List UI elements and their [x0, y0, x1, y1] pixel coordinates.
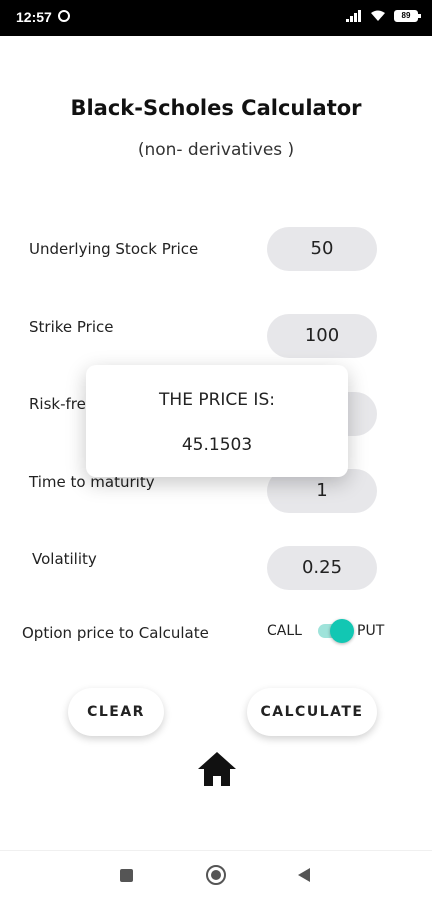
status-icons: 89	[346, 10, 421, 22]
system-nav-bar	[0, 850, 432, 900]
page-title: Black-Scholes Calculator	[70, 96, 362, 120]
volatility-label: Volatility	[32, 550, 97, 568]
dialog-title: THE PRICE IS:	[159, 390, 275, 410]
home-icon[interactable]	[196, 750, 238, 788]
home-nav-icon[interactable]	[206, 865, 226, 885]
strike-price-input[interactable]: 100	[267, 314, 377, 358]
status-time: 12:57	[16, 9, 52, 25]
option-type-label: Option price to Calculate	[22, 624, 209, 642]
call-label: CALL	[267, 623, 302, 639]
back-icon[interactable]	[298, 868, 310, 882]
clear-button[interactable]: CLEAR	[68, 688, 164, 736]
volatility-input[interactable]: 0.25	[267, 546, 377, 590]
battery-icon: 89	[394, 10, 421, 22]
underlying-price-label: Underlying Stock Price	[29, 240, 199, 258]
option-toggle-thumb[interactable]	[330, 619, 354, 643]
sync-icon	[58, 10, 70, 22]
calculate-button[interactable]: CALCULATE	[247, 688, 377, 736]
page-subtitle: (non- derivatives )	[137, 140, 295, 160]
status-bar: 12:57 89	[0, 0, 432, 36]
recents-icon[interactable]	[120, 869, 133, 882]
wifi-icon	[371, 10, 385, 21]
signal-icon	[346, 10, 361, 22]
put-label: PUT	[357, 623, 385, 639]
price-result-value: 45.1503	[181, 435, 253, 455]
price-result-dialog[interactable]: THE PRICE IS: 45.1503	[86, 365, 348, 477]
strike-price-label: Strike Price	[29, 318, 114, 336]
app-screen: 12:57 89 Black-Scholes Calculator (non- …	[0, 0, 432, 900]
underlying-price-input[interactable]: 50	[267, 227, 377, 271]
